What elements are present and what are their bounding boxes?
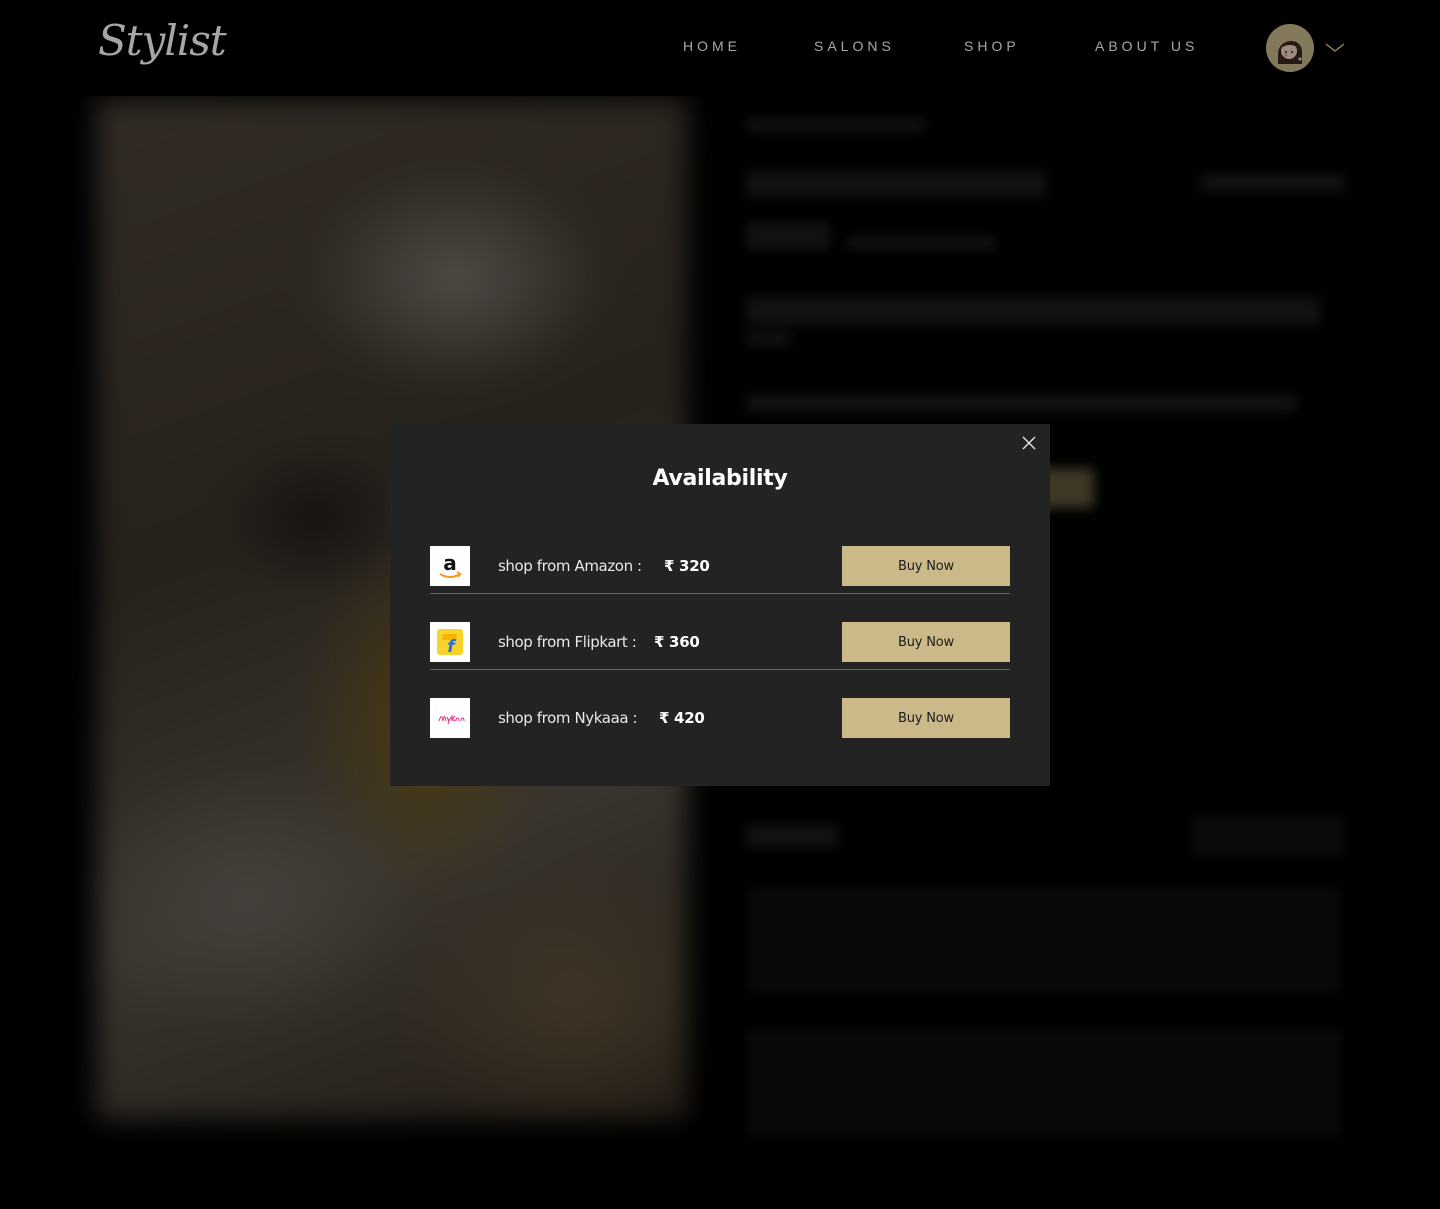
buy-now-button-amazon[interactable]: Buy Now [842, 546, 1010, 586]
close-icon[interactable] [1018, 432, 1040, 454]
buy-now-button-flipkart[interactable]: Buy Now [842, 622, 1010, 662]
svg-text:a: a [443, 551, 457, 575]
availability-modal: Availability a shop from Amazon : ₹ 320 … [390, 424, 1050, 786]
store-label: shop from Nykaaa : [498, 709, 638, 727]
store-label: shop from Amazon : [498, 557, 642, 575]
store-row-amazon: a shop from Amazon : ₹ 320 Buy Now [430, 546, 1010, 586]
store-row-nykaa: shop from Nykaaa : ₹ 420 Buy Now [430, 698, 1010, 738]
flipkart-logo-icon: f [430, 622, 470, 662]
modal-title: Availability [652, 466, 788, 491]
buy-now-button-nykaa[interactable]: Buy Now [842, 698, 1010, 738]
store-price: ₹ 360 [654, 633, 700, 651]
amazon-logo-icon: a [430, 546, 470, 586]
store-price: ₹ 320 [664, 557, 710, 575]
row-divider [430, 669, 1010, 670]
nykaa-logo-icon [430, 698, 470, 738]
store-row-flipkart: f shop from Flipkart : ₹ 360 Buy Now [430, 622, 1010, 662]
row-divider [430, 593, 1010, 594]
store-label: shop from Flipkart : [498, 633, 637, 651]
store-price: ₹ 420 [659, 709, 705, 727]
